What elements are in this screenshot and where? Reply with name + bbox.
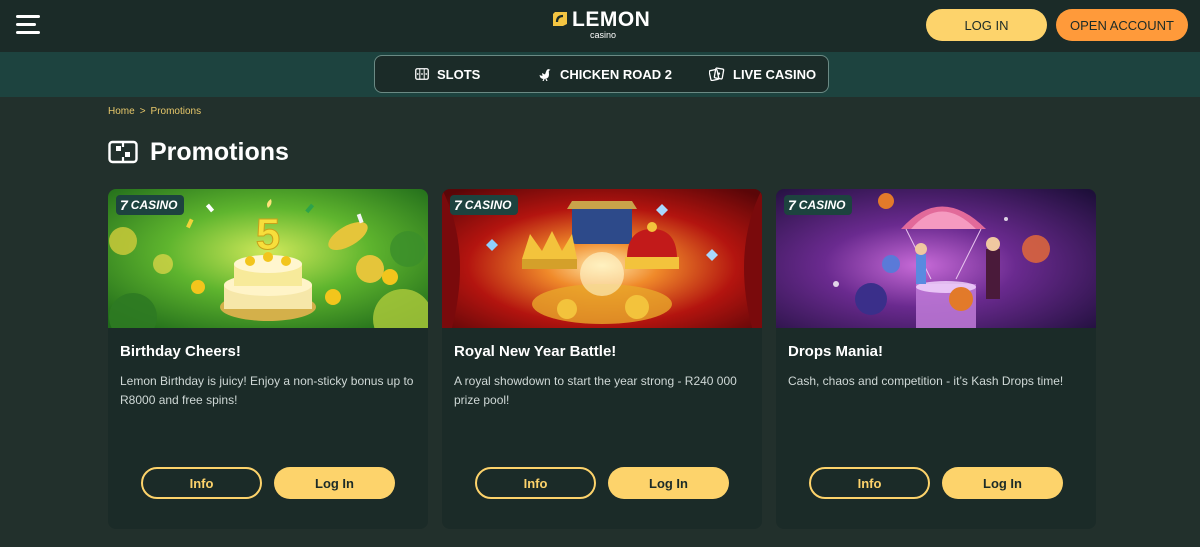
- breadcrumb-current: Promotions: [150, 106, 202, 117]
- promo-title: Drops Mania!: [788, 343, 884, 360]
- promo-description: Cash, chaos and competition - it’s Kash …: [788, 374, 1064, 388]
- promo-title: Birthday Cheers!: [120, 343, 241, 360]
- promo-image-birthday[interactable]: 5 7 CASINO: [108, 189, 428, 328]
- page-title-row: Promotions: [108, 136, 289, 168]
- info-button[interactable]: Info: [475, 467, 596, 499]
- breadcrumb: Home > Promotions: [108, 106, 201, 117]
- card-login-button[interactable]: Log In: [608, 467, 729, 499]
- nav-item-live-casino[interactable]: LIVE CASINO: [709, 56, 816, 92]
- lemon-logo[interactable]: LEMON casino: [550, 8, 660, 42]
- category-nav: SLOTS CHICKEN ROAD 2 LIVE CASINO: [374, 55, 829, 93]
- nav-item-chicken-road-2[interactable]: CHICKEN ROAD 2: [538, 56, 672, 92]
- category-nav-band: SLOTS CHICKEN ROAD 2 LIVE CASINO: [0, 52, 1200, 97]
- promo-title: Royal New Year Battle!: [454, 343, 617, 360]
- seven-logo-icon: 7: [454, 197, 462, 213]
- promo-image-royal-new-year[interactable]: 7 CASINO: [442, 189, 762, 328]
- info-button[interactable]: Info: [809, 467, 930, 499]
- promo-description: Lemon Birthday is juicy! Enjoy a non-sti…: [120, 374, 414, 407]
- casino-badge: 7 CASINO: [116, 195, 185, 215]
- login-button[interactable]: LOG IN: [926, 9, 1047, 41]
- promotions-icon: [108, 140, 138, 164]
- menu-icon[interactable]: [16, 15, 40, 35]
- card-login-button[interactable]: Log In: [942, 467, 1063, 499]
- promo-card: 7 CASINO Royal New Year Battle! A royal …: [442, 189, 762, 529]
- nav-item-label: CHICKEN ROAD 2: [560, 66, 672, 82]
- open-account-button[interactable]: OPEN ACCOUNT: [1056, 9, 1188, 41]
- promo-card: 7 CASINO Drops Mania! Cash, chaos and co…: [776, 189, 1096, 529]
- card-login-button[interactable]: Log In: [274, 467, 395, 499]
- nav-item-label: LIVE CASINO: [733, 66, 817, 82]
- seven-logo-icon: 7: [120, 197, 128, 213]
- badge-label: CASINO: [464, 198, 512, 212]
- info-button[interactable]: Info: [141, 467, 262, 499]
- breadcrumb-separator: >: [139, 106, 146, 117]
- nav-item-slots[interactable]: SLOTS: [415, 56, 480, 92]
- promo-card: 5 7 CASINO Birthday Cheers! Lemon Birthd…: [108, 189, 428, 529]
- promo-image-drops-mania[interactable]: 7 CASINO: [776, 189, 1096, 328]
- seven-logo-icon: 7: [788, 197, 796, 213]
- lemon-logo-icon: [553, 12, 567, 26]
- nav-item-label: SLOTS: [437, 66, 481, 82]
- promo-description: A royal showdown to start the year stron…: [454, 374, 737, 407]
- casino-badge: 7 CASINO: [784, 195, 853, 215]
- birthday-number: 5: [256, 210, 280, 259]
- badge-label: CASINO: [130, 198, 178, 212]
- logo-subtext: casino: [590, 30, 617, 40]
- page-title: Promotions: [150, 137, 289, 166]
- badge-label: CASINO: [798, 198, 846, 212]
- cards-icon: [709, 67, 725, 81]
- chicken-icon: [539, 69, 551, 81]
- casino-badge: 7 CASINO: [450, 195, 519, 215]
- breadcrumb-home-link[interactable]: Home: [108, 106, 135, 117]
- top-bar: LEMON casino LOG IN OPEN ACCOUNT: [0, 0, 1200, 52]
- slots-icon: [415, 68, 429, 80]
- logo-text: LEMON: [572, 8, 651, 31]
